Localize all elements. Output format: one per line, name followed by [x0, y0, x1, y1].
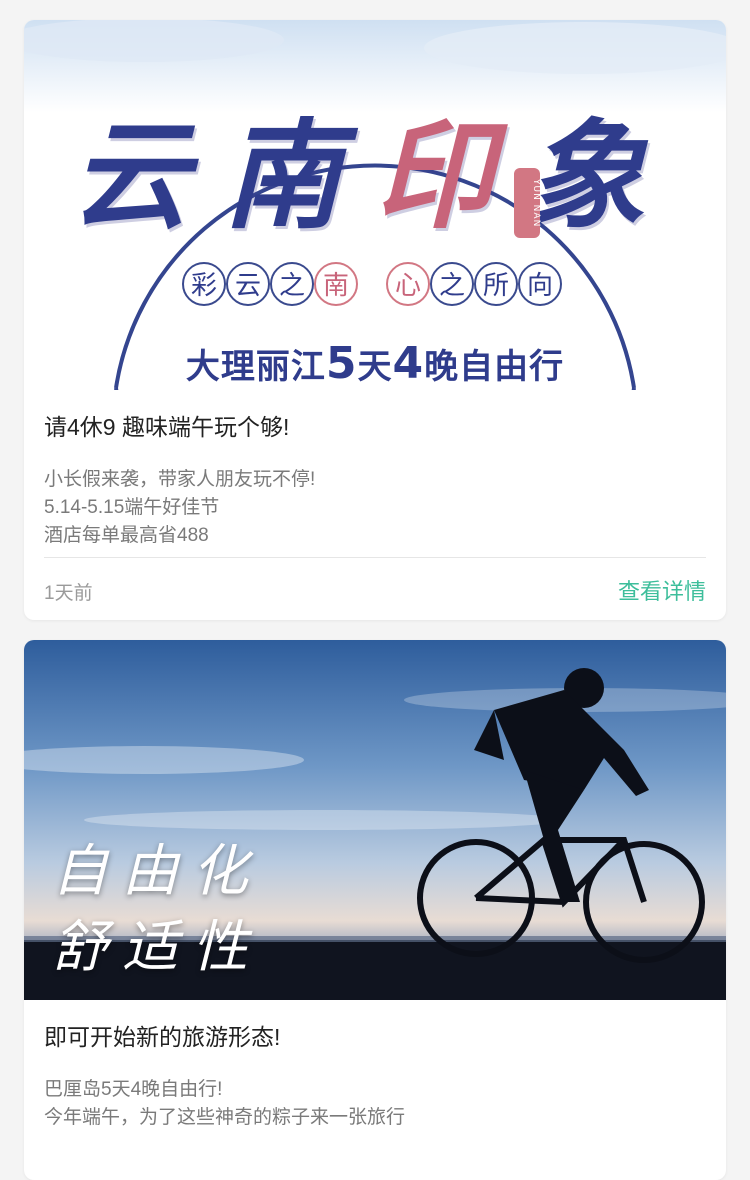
banner-handwriting-line: 自由化	[52, 839, 262, 904]
description-line: 小长假来袭，带家人朋友玩不停!	[44, 469, 316, 490]
description-line: 今年端午，为了这些神奇的粽子来一张旅行	[44, 1107, 406, 1128]
article-card[interactable]: 云南印象 YUN NAN 彩 云 之 南 心 之 所 向 大理丽江5天4晚自由行…	[24, 20, 726, 620]
banner-headline-char: 印	[375, 106, 528, 245]
article-card[interactable]: 自由化 舒适性 即可开始新的旅游形态! 巴厘岛5天4晚自由行! 今年端午，为了这…	[24, 640, 726, 1180]
banner-handwriting-line: 舒适性	[52, 915, 262, 980]
article-description: 小长假来袭，带家人朋友玩不停! 5.14-5.15端午好佳节 酒店每单最高省48…	[44, 466, 706, 550]
banner-chip: 之	[270, 262, 314, 306]
banner-subline-part: 4	[392, 338, 425, 389]
banner-subline-part: 天	[357, 347, 393, 387]
banner-subline-part: 晚自由行	[424, 347, 565, 387]
banner-chip: 所	[474, 262, 518, 306]
article-title[interactable]: 请4休9 趣味端午玩个够!	[44, 408, 289, 442]
banner-chip: 云	[226, 262, 270, 306]
banner-headline-char: 云	[70, 106, 223, 245]
banner-chip: 向	[518, 262, 562, 306]
banner-subline-part: 大理丽江	[185, 347, 326, 387]
article-title[interactable]: 即可开始新的旅游形态!	[44, 1018, 280, 1052]
card-divider	[44, 557, 706, 558]
banner-seal: YUN NAN	[514, 168, 541, 238]
banner-chip: 之	[430, 262, 474, 306]
article-feed: 云南印象 YUN NAN 彩 云 之 南 心 之 所 向 大理丽江5天4晚自由行…	[0, 0, 750, 1180]
article-banner-image[interactable]: 云南印象 YUN NAN 彩 云 之 南 心 之 所 向 大理丽江5天4晚自由行	[24, 20, 726, 390]
banner-subline-part: 5	[325, 338, 358, 389]
description-line: 酒店每单最高省488	[44, 525, 209, 546]
banner-headline: 云南印象	[24, 80, 726, 251]
article-description: 巴厘岛5天4晚自由行! 今年端午，为了这些神奇的粽子来一张旅行	[44, 1076, 706, 1132]
description-line: 巴厘岛5天4晚自由行!	[44, 1079, 223, 1100]
view-details-link[interactable]: 查看详情	[618, 574, 706, 606]
article-banner-image[interactable]: 自由化 舒适性	[24, 640, 726, 1000]
banner-subline: 大理丽江5天4晚自由行	[24, 338, 726, 389]
banner-headline-char: 南	[222, 106, 375, 245]
banner-chip-row: 彩 云 之 南 心 之 所 向	[24, 262, 726, 310]
banner-headline-char: 象	[527, 106, 680, 245]
banner-chip: 彩	[182, 262, 226, 306]
banner-chip: 南	[314, 262, 358, 306]
banner-chip: 心	[386, 262, 430, 306]
post-time: 1天前	[44, 583, 93, 604]
description-line: 5.14-5.15端午好佳节	[44, 497, 220, 518]
